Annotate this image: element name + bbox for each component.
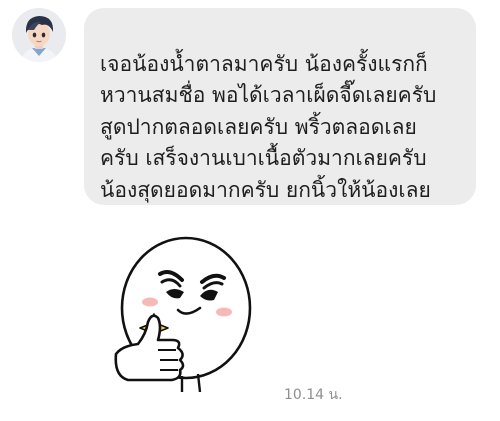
sender-avatar[interactable]	[12, 8, 66, 62]
avatar-icon	[12, 8, 66, 62]
thumbs-up-sticker-icon	[114, 236, 252, 393]
message-timestamp: 10.14 น.	[284, 387, 343, 403]
message-bubble[interactable]: เจอน้องน้ำตาลมาครับ น้องครั้งแรกก็ หวานส…	[84, 8, 476, 205]
thumbs-up-sticker[interactable]	[108, 226, 268, 393]
message-text: เจอน้องน้ำตาลมาครับ น้องครั้งแรกก็ หวานส…	[100, 51, 437, 202]
